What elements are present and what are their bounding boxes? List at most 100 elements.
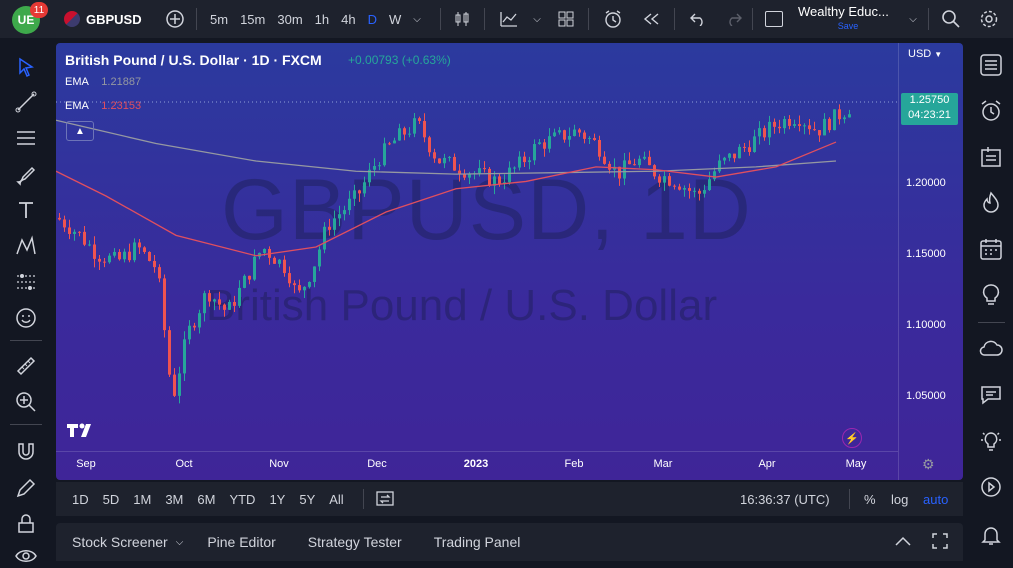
indicators-button[interactable] (498, 0, 520, 38)
collapse-panel-chevron-up-icon[interactable] (894, 534, 912, 550)
maximize-panel-icon[interactable] (931, 532, 949, 553)
notifications-bell-icon[interactable] (978, 522, 1004, 548)
horizontal-lines-icon[interactable] (14, 126, 38, 150)
percent-toggle[interactable]: % (864, 492, 876, 507)
log-toggle[interactable]: log (891, 492, 908, 507)
alerts-icon[interactable] (978, 98, 1004, 124)
eye-icon[interactable] (14, 544, 38, 568)
collapse-legend-button[interactable]: ▲ (66, 121, 94, 141)
candle-body (148, 251, 151, 261)
interval-4h[interactable]: 4h (341, 12, 355, 27)
candle-body (303, 286, 306, 291)
streams-cloud-icon[interactable] (978, 336, 1004, 362)
ema-legend-2[interactable]: EMA 1.23153 (65, 100, 141, 112)
right-sidebar (970, 44, 1013, 561)
price-tick: 1.20000 (906, 177, 946, 189)
tab-trading-panel[interactable]: Trading Panel (434, 534, 521, 550)
candle-body (778, 126, 781, 129)
chevron-down-icon[interactable]: ⌵ (176, 537, 184, 548)
range-5y[interactable]: 5Y (299, 492, 315, 507)
candle-body (843, 117, 846, 120)
ema-lines-group (56, 119, 837, 257)
candle-body (703, 190, 706, 194)
chevron-down-icon[interactable]: ⌵ (413, 14, 421, 25)
prediction-icon[interactable] (14, 270, 38, 294)
candle-body (593, 137, 596, 141)
tab-stock-screener[interactable]: Stock Screener (72, 534, 168, 550)
range-ytd[interactable]: YTD (229, 492, 255, 507)
pencil-lock-icon[interactable] (14, 476, 38, 500)
data-window-icon[interactable] (978, 144, 1004, 170)
watchlist-icon[interactable] (978, 52, 1004, 78)
redo-button[interactable] (724, 0, 744, 38)
axis-settings-gear-icon[interactable]: ⚙ (922, 456, 935, 473)
replay-button[interactable] (640, 0, 662, 38)
settings-button[interactable] (978, 0, 1000, 38)
alert-button[interactable] (602, 0, 624, 38)
price-tick: 1.05000 (906, 390, 946, 402)
fullscreen-toggle[interactable] (764, 0, 784, 38)
candle-body (688, 188, 691, 191)
range-1y[interactable]: 1Y (269, 492, 285, 507)
price-chart[interactable] (56, 43, 963, 480)
ruler-icon[interactable] (14, 354, 38, 378)
candle-body (573, 129, 576, 137)
zoom-in-icon[interactable] (14, 390, 38, 414)
chevron-down-icon[interactable]: ⌵ (906, 0, 920, 38)
utc-clock[interactable]: 16:36:37 (UTC) (740, 492, 830, 507)
ideas-lightbulb-icon[interactable] (978, 282, 1004, 308)
hotlist-fire-icon[interactable] (978, 190, 1004, 216)
interval-d[interactable]: D (368, 12, 377, 27)
currency-selector[interactable]: USD ▼ (908, 48, 942, 60)
lightning-icon[interactable]: ⚡ (842, 428, 862, 448)
candle-body (323, 226, 326, 250)
range-5d[interactable]: 5D (103, 492, 120, 507)
tradingview-logo[interactable] (66, 421, 98, 444)
candle-body (343, 210, 346, 215)
range-all[interactable]: All (329, 492, 343, 507)
candle-body (598, 140, 601, 157)
search-button[interactable] (940, 0, 962, 38)
auto-toggle[interactable]: auto (923, 492, 948, 507)
candle-body (393, 140, 396, 144)
text-icon[interactable] (14, 198, 38, 222)
chats-icon[interactable] (978, 382, 1004, 408)
smiley-icon[interactable] (14, 306, 38, 330)
candle-body (513, 167, 516, 169)
range-1d[interactable]: 1D (72, 492, 89, 507)
range-6m[interactable]: 6M (197, 492, 215, 507)
candle-body (373, 166, 376, 170)
interval-15m[interactable]: 15m (240, 12, 265, 27)
lock-icon[interactable] (14, 512, 38, 536)
undo-button[interactable] (688, 0, 708, 38)
candle-body (178, 373, 181, 396)
compare-add-button[interactable] (164, 0, 186, 38)
trend-line-icon[interactable] (14, 90, 38, 114)
ema-legend-1[interactable]: EMA 1.21887 (65, 76, 141, 88)
chart-pane[interactable]: GBPUSD, 1D British Pound / U.S. Dollar B… (56, 43, 963, 480)
chart-title[interactable]: British Pound / U.S. Dollar · 1D · FXCM (65, 52, 322, 68)
candle-body (678, 186, 681, 190)
tab-pine-editor[interactable]: Pine Editor (207, 534, 275, 550)
symbol-search[interactable]: GBPUSD (64, 0, 142, 38)
interval-1h[interactable]: 1h (315, 12, 329, 27)
pine-lightbulb-icon[interactable] (978, 428, 1004, 454)
interval-w[interactable]: W (389, 12, 401, 27)
layout-name-button[interactable]: Wealthy Educ... Save (798, 5, 898, 33)
interval-5m[interactable]: 5m (210, 12, 228, 27)
calendar-icon[interactable] (978, 236, 1004, 262)
play-circle-icon[interactable] (978, 474, 1004, 500)
candle-body (168, 330, 171, 375)
magnet-icon[interactable] (14, 440, 38, 464)
cursor-icon[interactable] (14, 56, 38, 80)
date-range-icon[interactable] (376, 490, 394, 509)
interval-30m[interactable]: 30m (277, 12, 302, 27)
brush-icon[interactable] (14, 162, 38, 186)
tab-strategy-tester[interactable]: Strategy Tester (308, 534, 402, 550)
candle-style-button[interactable] (452, 0, 472, 38)
range-1m[interactable]: 1M (133, 492, 151, 507)
chevron-down-icon[interactable]: ⌵ (530, 0, 544, 38)
layouts-button[interactable] (556, 0, 576, 38)
pattern-icon[interactable] (14, 234, 38, 258)
range-3m[interactable]: 3M (165, 492, 183, 507)
